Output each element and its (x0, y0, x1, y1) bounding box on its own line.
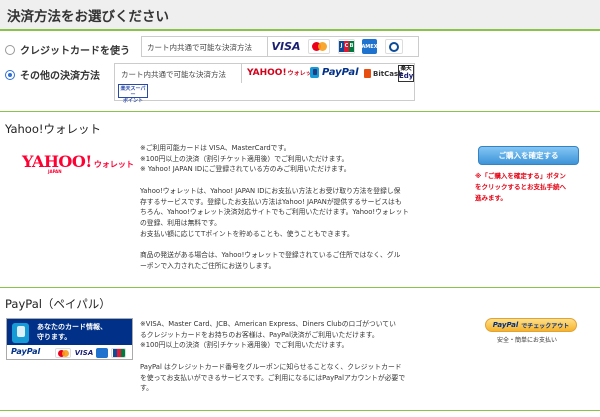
section-divider (0, 287, 600, 288)
paypal-icon (310, 67, 319, 78)
visa-card-icon: VISA (75, 348, 93, 358)
credit-card-methods-box: カート内共通で可能な決済方法 VISA JCB AMEX (141, 36, 419, 57)
methods-divider (241, 64, 242, 83)
section-divider (0, 410, 600, 411)
mastercard-icon (55, 348, 71, 358)
yahoo-wallet-logo: YAHOO! ウォレット JAPAN (22, 152, 134, 174)
section-divider (0, 111, 600, 112)
credit-card-option[interactable]: クレジットカードを使う (5, 42, 130, 57)
confirm-purchase-button[interactable]: ご購入を確定する (478, 146, 579, 165)
page-header: 決済方法をお選びください (0, 0, 600, 29)
methods-divider (267, 37, 268, 56)
other-methods-box: カート内共通で可能な決済方法 YAHOO!ウォレット PayPal BitCas… (114, 63, 415, 104)
credit-card-radio[interactable] (5, 44, 15, 55)
paypal-section-title: PayPal（ペイパル） (5, 297, 111, 311)
yahoo-wallet-small-logo: YAHOO!ウォレット (247, 68, 318, 78)
paypal-icon (12, 323, 29, 343)
other-methods-label: カート内共通で可能な決済方法 (121, 70, 226, 79)
page-title: 決済方法をお選びください (7, 9, 169, 25)
header-divider (0, 29, 600, 31)
other-methods-radio[interactable] (5, 69, 15, 80)
jcb-card-icon: JCB (338, 39, 355, 54)
paypal-description: ※VISA、Master Card、JCB、American Express、D… (140, 320, 406, 393)
mastercard-icon (308, 39, 330, 54)
amex-card-icon: AMEX (362, 39, 377, 54)
other-methods-option-label: その他の決済方法 (20, 71, 100, 82)
yahoo-section-title: Yahoo!ウォレット (5, 122, 101, 136)
rakuten-point-logo: 楽天スーパー ポイント (118, 84, 148, 104)
paypal-checkout-button[interactable]: PayPal でチェックアウト (485, 318, 577, 332)
jcb-card-icon (111, 348, 126, 358)
visa-card-icon: VISA (272, 39, 300, 54)
diners-card-icon (385, 39, 403, 54)
confirm-note: ※「ご購入を確定する」ボタン をクリックするとお支払手続へ 進みます。 (475, 172, 566, 202)
yahoo-description: ※ご利用可能カードは VISA、MasterCardです。 ※100円以上の決済… (140, 144, 410, 270)
other-methods-option[interactable]: その他の決済方法 (5, 67, 100, 82)
paypal-safe-note: 安全・簡単にお支払い (497, 337, 558, 344)
amex-card-icon (96, 348, 108, 358)
rakuten-edy-logo: 楽天 Edy (398, 65, 414, 82)
bitcash-icon (364, 69, 371, 78)
credit-card-methods-label: カート内共通で可能な決済方法 (147, 43, 252, 52)
paypal-security-badge: あなたのカード情報、 守ります。 PayPal VISA (6, 318, 133, 360)
credit-card-option-label: クレジットカードを使う (20, 46, 130, 57)
paypal-small-logo: PayPal (310, 67, 359, 78)
